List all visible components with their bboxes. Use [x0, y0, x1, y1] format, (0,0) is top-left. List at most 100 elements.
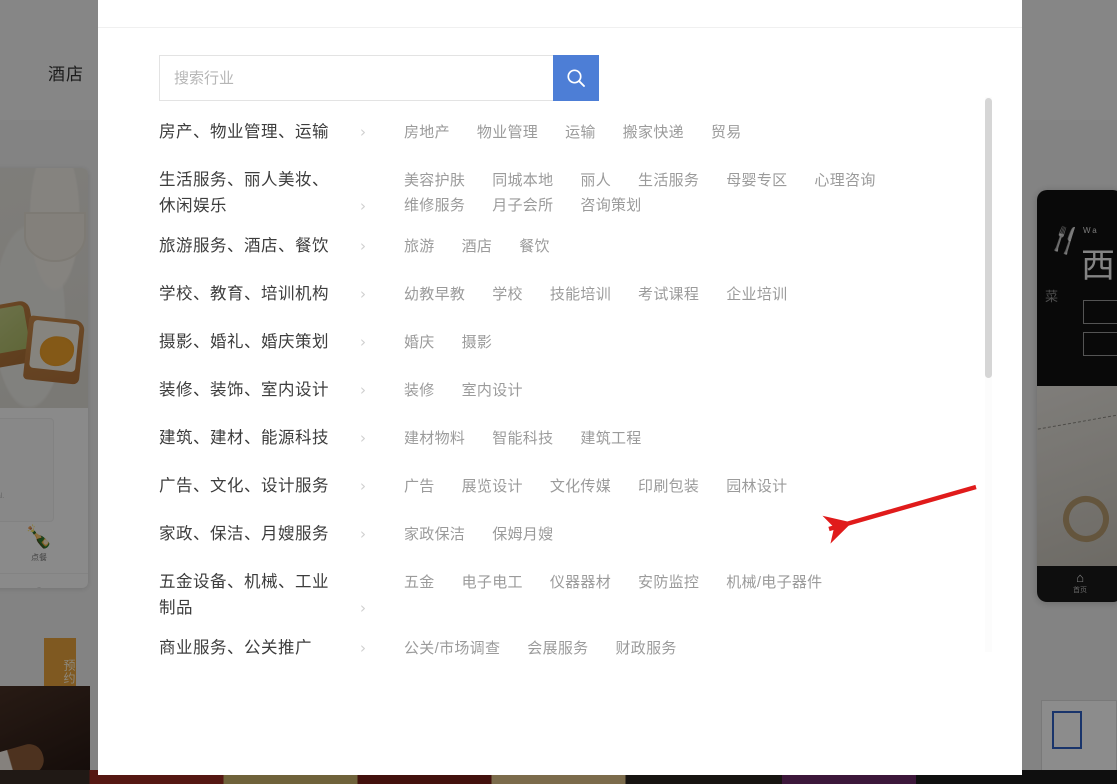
subcategory-item[interactable]: 印刷包装	[638, 474, 699, 499]
search-input[interactable]	[159, 55, 553, 101]
category-title: 摄影、婚礼、婚庆策划	[159, 329, 340, 355]
subcategory-item[interactable]: 安防监控	[638, 570, 699, 595]
subcategory-item[interactable]: 电子电工	[462, 570, 523, 595]
search-button[interactable]	[553, 55, 599, 101]
subcategory-item[interactable]: 保姆月嫂	[492, 522, 553, 547]
subcategory-item[interactable]: 咨询策划	[580, 193, 641, 218]
subcategory-item[interactable]: 搬家快递	[623, 120, 684, 145]
subcategory-item[interactable]: 美容护肤	[404, 168, 465, 193]
chevron-right-icon[interactable]: ›	[340, 595, 366, 621]
subcategory-list: 婚庆 摄影	[366, 329, 988, 355]
subcategory-item[interactable]: 智能科技	[492, 426, 553, 451]
category-title: 旅游服务、酒店、餐饮	[159, 233, 340, 259]
subcategory-item[interactable]: 餐饮	[519, 234, 550, 259]
subcategory-list: 美容护肤 同城本地 丽人 生活服务 母婴专区 心理咨询维修服务 月子会所 咨询策划	[366, 167, 988, 218]
subcategory-list: 家政保洁 保姆月嫂	[366, 521, 988, 547]
subcategory-item[interactable]: 文化传媒	[550, 474, 611, 499]
subcategory-item[interactable]: 机械/电子器件	[726, 570, 822, 595]
subcategory-list: 装修 室内设计	[366, 377, 988, 403]
subcategory-item[interactable]: 物业管理	[477, 120, 538, 145]
subcategory-item[interactable]: 酒店	[462, 234, 493, 259]
subcategory-item[interactable]: 考试课程	[638, 282, 699, 307]
category-item-2[interactable]: 旅游服务、酒店、餐饮›	[159, 233, 366, 259]
subcategory-item[interactable]: 装修	[404, 378, 435, 403]
category-title: 商业服务、公关推广	[159, 635, 340, 661]
category-row: 家政、保洁、月嫂服务› 家政保洁 保姆月嫂	[159, 514, 988, 562]
chevron-right-icon[interactable]: ›	[340, 473, 366, 499]
category-row: 五金设备、机械、工业制品› 五金 电子电工 仪器器材 安防监控 机械/电子器件	[159, 562, 988, 628]
category-item-3[interactable]: 学校、教育、培训机构›	[159, 281, 366, 307]
subcategory-item[interactable]: 丽人	[580, 168, 611, 193]
category-item-7[interactable]: 广告、文化、设计服务›	[159, 473, 366, 499]
category-title: 房产、物业管理、运输	[159, 119, 340, 145]
subcategory-item[interactable]: 房地产	[404, 120, 450, 145]
subcategory-item[interactable]: 建材物料	[404, 426, 465, 451]
subcategory-item[interactable]: 公关/市场调查	[404, 636, 500, 661]
subcategory-item[interactable]: 贸易	[711, 120, 742, 145]
category-item-8[interactable]: 家政、保洁、月嫂服务›	[159, 521, 366, 547]
category-title: 五金设备、机械、工业制品	[159, 569, 340, 621]
subcategory-item[interactable]: 会展服务	[527, 636, 588, 661]
search-row	[98, 28, 1022, 112]
subcategory-item[interactable]: 企业培训	[726, 282, 787, 307]
subcategory-item[interactable]: 月子会所	[492, 193, 553, 218]
category-item-9[interactable]: 五金设备、机械、工业制品›	[159, 569, 366, 621]
chevron-right-icon[interactable]: ›	[340, 281, 366, 307]
subcategory-item[interactable]: 园林设计	[726, 474, 787, 499]
category-item-4[interactable]: 摄影、婚礼、婚庆策划›	[159, 329, 366, 355]
category-row: 旅游服务、酒店、餐饮› 旅游 酒店 餐饮	[159, 226, 988, 274]
subcategory-item[interactable]: 维修服务	[404, 193, 465, 218]
category-title: 学校、教育、培训机构	[159, 281, 340, 307]
subcategory-item[interactable]: 摄影	[462, 330, 493, 355]
subcategory-list: 房地产 物业管理 运输 搬家快递 贸易	[366, 119, 988, 145]
subcategory-item[interactable]: 室内设计	[462, 378, 523, 403]
subcategory-item[interactable]: 五金	[404, 570, 435, 595]
category-row: 装修、装饰、室内设计› 装修 室内设计	[159, 370, 988, 418]
category-title: 装修、装饰、室内设计	[159, 377, 340, 403]
category-item-5[interactable]: 装修、装饰、室内设计›	[159, 377, 366, 403]
chevron-right-icon[interactable]: ›	[340, 425, 366, 451]
chevron-right-icon[interactable]: ›	[340, 329, 366, 355]
subcategory-item[interactable]: 技能培训	[550, 282, 611, 307]
category-item-6[interactable]: 建筑、建材、能源科技›	[159, 425, 366, 451]
chevron-right-icon[interactable]: ›	[340, 193, 366, 219]
search-icon	[565, 67, 587, 89]
category-item-0[interactable]: 房产、物业管理、运输›	[159, 119, 366, 145]
category-title: 生活服务、丽人美妆、休闲娱乐	[159, 167, 340, 219]
subcategory-item[interactable]: 展览设计	[462, 474, 523, 499]
subcategory-item[interactable]: 母婴专区	[726, 168, 787, 193]
subcategory-item[interactable]: 家政保洁	[404, 522, 465, 547]
category-row: 广告、文化、设计服务› 广告 展览设计 文化传媒 印刷包装 园林设计	[159, 466, 988, 514]
subcategory-list: 旅游 酒店 餐饮	[366, 233, 988, 259]
chevron-right-icon[interactable]: ›	[340, 119, 366, 145]
chevron-right-icon[interactable]: ›	[340, 377, 366, 403]
subcategory-item[interactable]: 幼教早教	[404, 282, 465, 307]
chevron-right-icon[interactable]: ›	[340, 233, 366, 259]
subcategory-list: 公关/市场调查 会展服务 财政服务	[366, 635, 988, 661]
category-item-10[interactable]: 商业服务、公关推广›	[159, 635, 366, 661]
subcategory-item[interactable]: 仪器器材	[550, 570, 611, 595]
category-title: 建筑、建材、能源科技	[159, 425, 340, 451]
subcategory-list: 幼教早教 学校 技能培训 考试课程 企业培训	[366, 281, 988, 307]
chevron-right-icon[interactable]: ›	[340, 521, 366, 547]
industry-picker-modal: 房产、物业管理、运输›房地产物业管理运输搬家快递贸易生活服务、丽人美妆、休闲娱乐…	[98, 0, 1022, 775]
category-title: 广告、文化、设计服务	[159, 473, 340, 499]
subcategory-item[interactable]: 生活服务	[638, 168, 699, 193]
subcategory-item[interactable]: 财政服务	[615, 636, 676, 661]
category-row: 生活服务、丽人美妆、休闲娱乐› 美容护肤 同城本地 丽人 生活服务 母婴专区 心理咨询维修服…	[159, 160, 988, 226]
subcategory-item[interactable]: 同城本地	[492, 168, 553, 193]
subcategory-list: 五金 电子电工 仪器器材 安防监控 机械/电子器件	[366, 569, 988, 595]
subcategory-item[interactable]: 学校	[492, 282, 523, 307]
category-item-1[interactable]: 生活服务、丽人美妆、休闲娱乐›	[159, 167, 366, 219]
category-list[interactable]: 房产、物业管理、运输›房地产物业管理运输搬家快递贸易生活服务、丽人美妆、休闲娱乐…	[159, 112, 988, 760]
subcategory-item[interactable]: 旅游	[404, 234, 435, 259]
subcategory-item[interactable]: 广告	[404, 474, 435, 499]
subcategory-item[interactable]: 建筑工程	[580, 426, 641, 451]
chevron-right-icon[interactable]: ›	[340, 635, 366, 661]
category-row: 建筑、建材、能源科技› 建材物料 智能科技 建筑工程	[159, 418, 988, 466]
subcategory-item[interactable]: 婚庆	[404, 330, 435, 355]
scrollbar-thumb[interactable]	[985, 98, 992, 378]
modal-header	[98, 0, 1022, 28]
subcategory-item[interactable]: 运输	[565, 120, 596, 145]
subcategory-item[interactable]: 心理咨询	[814, 168, 875, 193]
